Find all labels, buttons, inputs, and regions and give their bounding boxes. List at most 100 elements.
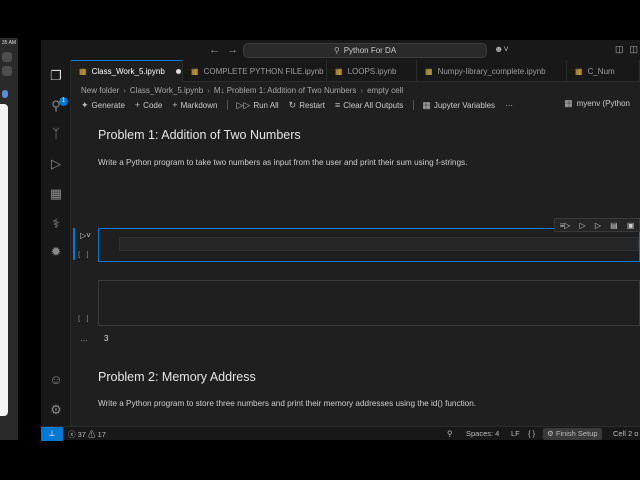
chevron-right-icon: › — [207, 85, 210, 95]
run-by-line-icon[interactable]: ≡▷ — [560, 221, 571, 230]
tab-label: LOOPS.ipynb — [347, 66, 397, 76]
tab-label: Class_Work_5.ipynb — [91, 67, 165, 76]
plus-icon: + — [172, 100, 178, 110]
markdown-paragraph: Write a Python program to store three nu… — [98, 399, 477, 408]
segment-icon[interactable] — [2, 52, 12, 62]
kernel-icon: ▦ — [564, 98, 573, 108]
breadcrumb-item[interactable]: empty cell — [367, 86, 403, 95]
notebook-file-icon: ▦ — [575, 66, 583, 76]
cell-toolbar: ≡▷ ▷ ▷ ▤ ▣ — [554, 218, 640, 232]
notebook-file-icon: ▦ — [335, 66, 343, 76]
tab-numpy-library[interactable]: ▦ Numpy-library_complete.ipynb — [417, 60, 567, 82]
python-icon[interactable]: ✹ — [48, 244, 64, 260]
activity-bar: ❐ 1 ⚲ ᛉ ▷ ▦ ⚕ ✹ ☺ ⚙ — [41, 60, 71, 426]
restart-icon: ↻ — [288, 99, 297, 110]
markdown-label: Markdown — [180, 100, 218, 110]
generate-button[interactable]: ✦ Generate — [81, 100, 125, 111]
arrow-left-icon[interactable]: ← — [209, 44, 220, 56]
run-debug-icon[interactable]: ▷ — [48, 156, 64, 172]
tab-c-num[interactable]: ▦ C_Num — [567, 60, 640, 82]
tab-complete-python-file[interactable]: ▦ COMPLETE PYTHON FILE.ipynb — [183, 60, 327, 82]
copilot-icon[interactable]: ☻˅ — [494, 44, 509, 54]
kernel-picker[interactable]: ▦ myenv (Python — [564, 98, 630, 109]
code-label: Code — [143, 100, 163, 110]
vscode-window: ← → ⚲ Python For DA ☻˅ ◫◫◫ ❐ 1 ⚲ ᛉ ▷ ▦ ⚕… — [41, 40, 640, 441]
breadcrumb-item[interactable]: Class_Work_5.ipynb — [130, 86, 203, 95]
notebook-file-icon: ▦ — [191, 66, 199, 76]
finish-setup-button[interactable]: ⚙ Finish Setup — [543, 428, 602, 440]
extensions-icon[interactable]: ▦ — [48, 186, 64, 202]
variables-label: Jupyter Variables — [433, 100, 496, 110]
markdown-heading: Problem 1: Addition of Two Numbers — [98, 128, 301, 142]
run-all-icon: ▷▷ — [236, 99, 251, 110]
breadcrumb-item[interactable]: M↓ Problem 1: Addition of Two Numbers — [214, 86, 357, 95]
segment-icon[interactable] — [2, 66, 12, 76]
editor-tabs: ▦ Class_Work_5.ipynb ▦ COMPLETE PYTHON F… — [71, 60, 640, 82]
title-bar: ← → ⚲ Python For DA ☻˅ ◫◫◫ — [41, 40, 640, 60]
desktop-side-strip: 35 AM — [0, 38, 18, 440]
chevron-right-icon: › — [123, 85, 126, 95]
eol-status[interactable]: LF — [511, 429, 520, 438]
settings-gear-icon[interactable]: ⚙ — [48, 402, 64, 418]
code-cell[interactable] — [98, 228, 640, 262]
markdown-heading: Problem 2: Memory Address — [98, 370, 256, 384]
tab-label: C_Num — [587, 66, 615, 76]
account-icon[interactable]: ☺ — [48, 372, 64, 388]
divider — [227, 100, 229, 110]
tab-class-work-5[interactable]: ▦ Class_Work_5.ipynb — [71, 60, 183, 82]
side-panel — [0, 104, 8, 416]
source-control-icon[interactable]: ᛉ — [48, 126, 64, 142]
language-braces-status[interactable]: { } — [528, 429, 535, 438]
remote-icon[interactable]: ⊥ — [41, 427, 63, 441]
toggle-icon[interactable] — [2, 90, 8, 98]
explorer-icon[interactable]: ❐ — [48, 68, 64, 84]
jupyter-variables-button[interactable]: ▦ Jupyter Variables — [422, 100, 495, 111]
search-text: Python For DA — [343, 46, 397, 55]
plus-icon: + — [134, 100, 141, 110]
search-icon[interactable]: ⚲ — [48, 98, 64, 114]
screen: 35 AM ← → ⚲ Python For DA ☻˅ ◫◫◫ ❐ 1 ⚲ ᛉ… — [0, 0, 640, 480]
code-cell[interactable] — [98, 280, 640, 326]
zoom-icon[interactable]: ⚲ — [447, 429, 453, 438]
run-cell-icon[interactable]: ▷˅ — [80, 231, 91, 240]
layout-controls-icon[interactable]: ◫◫◫ — [615, 44, 640, 55]
tab-label: COMPLETE PYTHON FILE.ipynb — [203, 66, 324, 76]
add-code-button[interactable]: + Code — [135, 100, 162, 110]
run-all-label: Run All — [253, 100, 279, 110]
unsaved-dot-icon[interactable] — [175, 69, 181, 74]
command-center-search[interactable]: ⚲ Python For DA — [243, 43, 487, 58]
breadcrumb-item[interactable]: New folder — [81, 86, 119, 95]
error-count: 37 — [77, 430, 86, 439]
tab-loops[interactable]: ▦ LOOPS.ipynb — [327, 60, 417, 82]
arrow-right-icon[interactable]: → — [227, 44, 238, 56]
variables-icon: ▦ — [422, 99, 431, 110]
cell-output: 3 — [104, 334, 109, 343]
notebook-file-icon: ▦ — [425, 66, 433, 76]
clear-outputs-button[interactable]: ≡ Clear All Outputs — [335, 100, 403, 110]
finish-setup-label: Finish Setup — [555, 429, 598, 438]
execute-below-icon[interactable]: ▷ — [595, 221, 601, 230]
cell-position-status[interactable]: Cell 2 o — [613, 429, 638, 438]
notebook-file-icon: ▦ — [79, 67, 87, 76]
execute-above-icon[interactable]: ▷ — [580, 221, 586, 230]
output-menu-icon[interactable]: … — [80, 334, 88, 343]
restart-button[interactable]: ↻ Restart — [289, 100, 325, 111]
status-bar: ⊥ ⓧ 37 ⚠ 17 ⚲ Spaces: 4 LF { } ⚙ Finish … — [41, 426, 640, 441]
notebook-editor: Problem 1: Addition of Two Numbers Write… — [71, 114, 640, 426]
warning-count: 17 — [97, 430, 106, 439]
kernel-label: myenv (Python — [576, 99, 630, 108]
search-icon: ⚲ — [333, 46, 340, 55]
indentation-status[interactable]: Spaces: 4 — [466, 429, 499, 438]
delete-cell-icon[interactable]: ▣ — [627, 221, 635, 230]
split-cell-icon[interactable]: ▤ — [610, 221, 618, 230]
more-actions-button[interactable]: ··· — [505, 101, 513, 110]
add-markdown-button[interactable]: + Markdown — [172, 100, 217, 110]
run-all-button[interactable]: ▷▷ Run All — [236, 100, 278, 111]
code-input[interactable] — [119, 237, 639, 251]
cell-focus-indicator — [73, 228, 75, 260]
clear-all-icon: ≡ — [335, 100, 341, 110]
problems-indicator[interactable]: ⓧ 37 ⚠ 17 — [68, 429, 106, 440]
testing-icon[interactable]: ⚕ — [48, 216, 64, 232]
generate-label: Generate — [91, 100, 125, 110]
clock-text: 35 AM — [1, 40, 17, 46]
